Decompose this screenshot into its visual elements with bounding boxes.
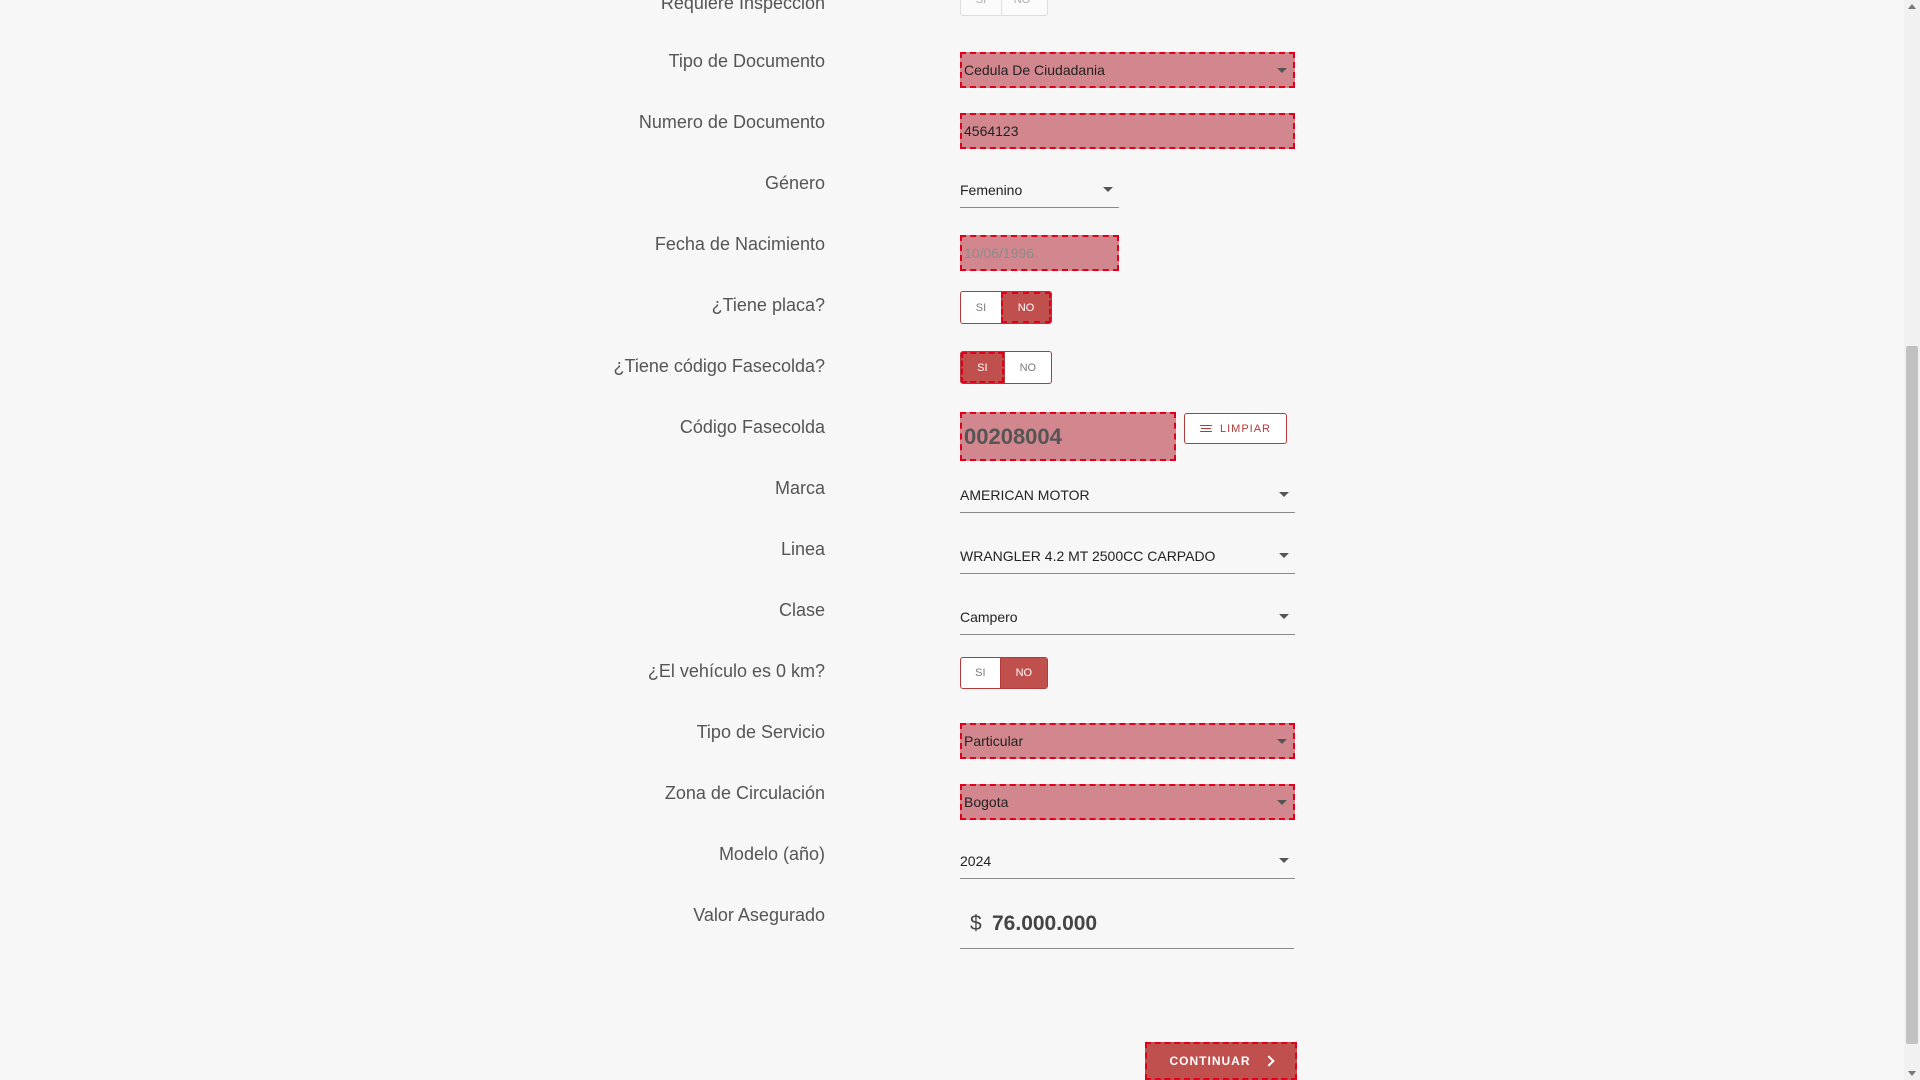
clase-select[interactable]: Campero [960,599,1295,635]
row-fecha-nacimiento: Fecha de Nacimiento 10/06/1996 [0,233,1900,273]
codigo-fasecolda-input[interactable]: 00208004 [960,412,1176,461]
cero-km-toggle[interactable]: SI NO [960,657,1048,689]
currency-symbol: $ [970,912,982,935]
modelo-select[interactable]: 2024 [960,843,1295,879]
chevron-down-icon [1279,492,1289,497]
tipo-servicio-value: Particular [964,733,1024,749]
tiene-placa-label: ¿Tiene placa? [711,295,825,315]
zona-circulacion-value: Bogota [964,794,1009,810]
chevron-down-icon [1279,553,1289,558]
row-tipo-documento: Tipo de Documento Cedula De Ciudadania [0,50,1900,90]
requiere-inspeccion-si[interactable]: SI [961,0,1001,15]
modelo-value: 2024 [960,853,992,869]
marca-label: Marca [774,478,825,498]
continuar-button[interactable]: CONTINUAR [1145,1042,1297,1080]
linea-label: Linea [780,539,825,559]
scrollbar-thumb[interactable] [1906,346,1918,1044]
numero-documento-label: Numero de Documento [638,112,825,132]
requiere-inspeccion-no[interactable]: NO [1001,0,1042,15]
genero-value: Femenino [960,182,1023,198]
codigo-fasecolda-group: 00208004 LIMPIAR [960,412,1300,462]
row-genero: Género Femenino [0,172,1900,212]
requiere-inspeccion-toggle[interactable]: SI NO [960,0,1048,16]
clase-label: Clase [778,600,825,620]
tiene-fasecolda-label: ¿Tiene código Fasecolda? [613,356,825,376]
chevron-down-icon [1277,739,1287,744]
fecha-nacimiento-label: Fecha de Nacimiento [654,234,825,254]
tiene-fasecolda-si[interactable]: SI [961,352,1004,383]
tipo-documento-label: Tipo de Documento [668,51,825,71]
vehicle-quote-form: Requiere Inspección SI NO Tipo de Docume… [0,0,1900,1080]
tiene-placa-si[interactable]: SI [961,292,1001,323]
codigo-fasecolda-label: Código Fasecolda [679,417,825,437]
clear-lines-icon [1199,424,1213,433]
requiere-inspeccion-label: Requiere Inspección [660,0,825,13]
numero-documento-input[interactable]: 4564123 [960,113,1295,149]
limpiar-button[interactable]: LIMPIAR [1184,413,1287,444]
row-clase: Clase Campero [0,599,1900,639]
tipo-servicio-select[interactable]: Particular [960,723,1295,759]
tipo-documento-value: Cedula De Ciudadania [964,62,1105,78]
tiene-fasecolda-toggle[interactable]: SI NO [960,351,1052,384]
chevron-down-icon [1277,800,1287,805]
cero-km-no[interactable]: NO [999,658,1047,688]
row-tipo-servicio: Tipo de Servicio Particular [0,721,1900,761]
codigo-fasecolda-value: 00208004 [964,424,1062,449]
marca-select[interactable]: AMERICAN MOTOR [960,477,1295,513]
limpiar-label: LIMPIAR [1219,422,1271,435]
row-requiere-inspeccion: Requiere Inspección SI NO [0,0,1900,32]
chevron-down-icon [1103,187,1113,192]
scroll-up-icon[interactable] [1908,4,1916,9]
modelo-label: Modelo (año) [718,844,825,864]
chevron-down-icon [1277,68,1287,73]
row-marca: Marca AMERICAN MOTOR [0,477,1900,517]
valor-asegurado-label: Valor Asegurado [693,905,825,925]
tipo-documento-select[interactable]: Cedula De Ciudadania [960,52,1295,88]
zona-circulacion-label: Zona de Circulación [664,783,825,803]
cero-km-label: ¿El vehículo es 0 km? [647,661,825,681]
row-tiene-fasecolda: ¿Tiene código Fasecolda? SI NO [0,351,1900,395]
continuar-label: CONTINUAR [1169,1054,1251,1068]
chevron-down-icon [1279,614,1289,619]
tipo-servicio-label: Tipo de Servicio [696,722,825,742]
row-cero-km: ¿El vehículo es 0 km? SI NO [0,657,1900,700]
marca-value: AMERICAN MOTOR [960,487,1090,503]
valor-asegurado-input[interactable]: $ 76.000.000 [960,902,1294,949]
fecha-nacimiento-input[interactable]: 10/06/1996 [960,235,1119,271]
chevron-right-icon [1262,1055,1275,1067]
row-codigo-fasecolda: Código Fasecolda 00208004 LIMPIAR [0,412,1900,461]
linea-value: WRANGLER 4.2 MT 2500CC CARPADO [960,548,1216,564]
fecha-nacimiento-value: 10/06/1996 [964,245,1035,261]
genero-select[interactable]: Femenino [960,172,1119,208]
scroll-down-icon[interactable] [1908,1071,1916,1076]
row-linea: Linea WRANGLER 4.2 MT 2500CC CARPADO [0,538,1900,578]
numero-documento-value: 4564123 [964,123,1019,139]
row-valor-asegurado: Valor Asegurado $ 76.000.000 [0,904,1900,949]
page-scrollbar[interactable] [1904,0,1920,1080]
row-zona-circulacion: Zona de Circulación Bogota [0,782,1900,822]
tiene-placa-no[interactable]: NO [1001,292,1051,323]
linea-select[interactable]: WRANGLER 4.2 MT 2500CC CARPADO [960,538,1295,574]
chevron-down-icon [1279,858,1289,863]
row-numero-documento: Numero de Documento 4564123 [0,111,1900,151]
row-modelo: Modelo (año) 2024 [0,843,1900,883]
zona-circulacion-select[interactable]: Bogota [960,784,1295,820]
tiene-placa-toggle[interactable]: SI NO [960,291,1052,324]
genero-label: Género [764,173,825,193]
clase-value: Campero [960,609,1018,625]
row-tiene-placa: ¿Tiene placa? SI NO [0,291,1900,334]
tiene-fasecolda-no[interactable]: NO [1003,352,1051,383]
cero-km-si[interactable]: SI [961,658,1000,688]
valor-asegurado-value: 76.000.000 [992,912,1098,935]
